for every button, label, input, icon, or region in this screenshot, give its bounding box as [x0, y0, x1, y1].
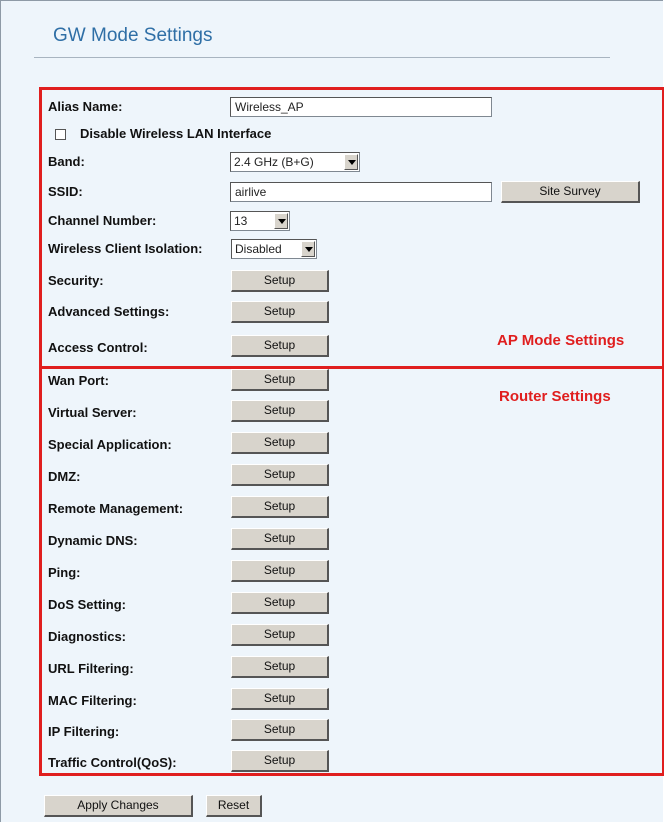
remote-management-label: Remote Management:	[48, 501, 184, 516]
ip-filtering-label: IP Filtering:	[48, 724, 120, 739]
access-control-setup-button[interactable]: Setup	[231, 335, 329, 357]
url-filtering-label: URL Filtering:	[48, 661, 134, 676]
mac-filtering-label: MAC Filtering:	[48, 693, 137, 708]
virtual-server-label: Virtual Server:	[48, 405, 137, 420]
dos-setting-setup-button[interactable]: Setup	[231, 592, 329, 614]
dos-setting-label: DoS Setting:	[48, 597, 126, 612]
disable-wireless-checkbox[interactable]	[55, 129, 66, 140]
wan-port-label: Wan Port:	[48, 373, 109, 388]
ping-setup-button[interactable]: Setup	[231, 560, 329, 582]
special-application-label: Special Application:	[48, 437, 172, 452]
router-settings-note: Router Settings	[499, 388, 611, 405]
ssid-input[interactable]: airlive	[230, 182, 492, 202]
dynamic-dns-label: Dynamic DNS:	[48, 533, 138, 548]
apply-changes-button[interactable]: Apply Changes	[44, 795, 193, 817]
virtual-server-setup-button[interactable]: Setup	[231, 400, 329, 422]
ip-filtering-setup-button[interactable]: Setup	[231, 719, 329, 741]
ping-label: Ping:	[48, 565, 81, 580]
site-survey-button[interactable]: Site Survey	[501, 181, 640, 203]
url-filtering-setup-button[interactable]: Setup	[231, 656, 329, 678]
channel-number-label: Channel Number:	[48, 213, 157, 228]
client-isolation-label: Wireless Client Isolation:	[48, 241, 203, 256]
title-divider	[34, 57, 610, 58]
diagnostics-label: Diagnostics:	[48, 629, 127, 644]
security-label: Security:	[48, 273, 104, 288]
alias-name-label: Alias Name:	[48, 99, 123, 114]
ssid-label: SSID:	[48, 184, 83, 199]
diagnostics-setup-button[interactable]: Setup	[231, 624, 329, 646]
mac-filtering-setup-button[interactable]: Setup	[231, 688, 329, 710]
chevron-down-icon	[301, 241, 315, 257]
channel-select-value: 13	[234, 214, 248, 228]
isolation-select-value: Disabled	[235, 242, 282, 256]
band-label: Band:	[48, 154, 85, 169]
ap-mode-settings-note: AP Mode Settings	[497, 332, 625, 349]
access-control-label: Access Control:	[48, 340, 148, 355]
advanced-settings-setup-button[interactable]: Setup	[231, 301, 329, 323]
page-title: GW Mode Settings	[53, 25, 213, 46]
reset-button[interactable]: Reset	[206, 795, 262, 817]
wan-port-setup-button[interactable]: Setup	[231, 369, 329, 391]
disable-wireless-label: Disable Wireless LAN Interface	[80, 126, 272, 141]
traffic-control-label: Traffic Control(QoS):	[48, 755, 177, 770]
dmz-setup-button[interactable]: Setup	[231, 464, 329, 486]
client-isolation-select[interactable]: Disabled	[231, 239, 317, 259]
remote-management-setup-button[interactable]: Setup	[231, 496, 329, 518]
chevron-down-icon	[274, 213, 288, 229]
band-select-value: 2.4 GHz (B+G)	[234, 155, 314, 169]
advanced-settings-label: Advanced Settings:	[48, 304, 170, 319]
router-settings-box	[39, 366, 664, 776]
security-setup-button[interactable]: Setup	[231, 270, 329, 292]
dynamic-dns-setup-button[interactable]: Setup	[231, 528, 329, 550]
channel-number-select[interactable]: 13	[230, 211, 290, 231]
dmz-label: DMZ:	[48, 469, 81, 484]
chevron-down-icon	[344, 154, 358, 170]
traffic-control-setup-button[interactable]: Setup	[231, 750, 329, 772]
alias-name-input[interactable]: Wireless_AP	[230, 97, 492, 117]
band-select[interactable]: 2.4 GHz (B+G)	[230, 152, 360, 172]
settings-panel: GW Mode Settings Alias Name: Wireless_AP…	[0, 0, 664, 822]
special-application-setup-button[interactable]: Setup	[231, 432, 329, 454]
